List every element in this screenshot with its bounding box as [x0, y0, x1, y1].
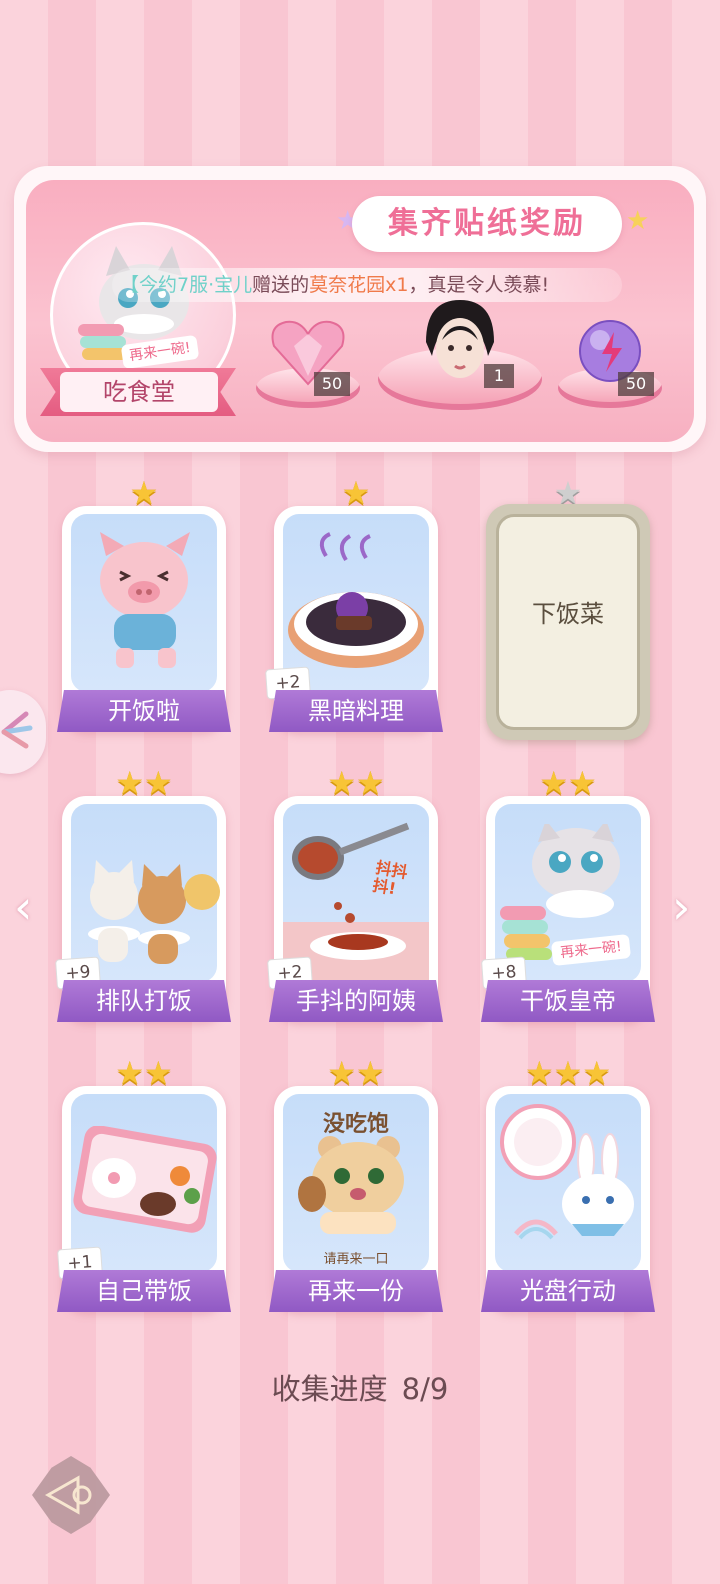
- clean-plate-bunny-icon: [500, 1104, 634, 1240]
- star-icon: ★: [356, 764, 385, 802]
- running-pig-icon: [100, 532, 190, 668]
- card-art-subtext: 请再来一口: [323, 1252, 389, 1267]
- card-stars: ★ ★ ★: [486, 1056, 650, 1090]
- card-label: 开饭啦: [57, 690, 231, 732]
- progress-value: 8/9: [401, 1372, 449, 1406]
- card-stars: ★ ★: [274, 766, 438, 800]
- card-label: 再来一份: [269, 1270, 443, 1312]
- star-icon: ★: [327, 764, 356, 802]
- card-label: 排队打饭: [57, 980, 231, 1022]
- card-stars: ★ ★: [486, 766, 650, 800]
- back-arrow-icon: [44, 1475, 92, 1515]
- hungry-hamster-icon: [298, 1136, 404, 1234]
- card-stars: ★: [274, 476, 438, 510]
- star-icon: ★: [356, 1054, 385, 1092]
- star-icon: ★: [539, 764, 568, 802]
- card-label: 手抖的阿姨: [269, 980, 443, 1022]
- star-icon: ★: [327, 1054, 356, 1092]
- card-label: 光盘行动: [481, 1270, 655, 1312]
- card-stars: ★ ★: [62, 766, 226, 800]
- announcement-verb: 赠送的: [252, 274, 310, 296]
- reward-count: 50: [618, 372, 654, 396]
- fan-icon: [1, 711, 33, 749]
- card-stars: ★ ★: [62, 1056, 226, 1090]
- queueing-animals-icon: [88, 860, 220, 964]
- card-stars: ★: [62, 476, 226, 510]
- announcement-user: 【今约7服·宝儿: [120, 274, 253, 296]
- star-icon: ★: [524, 1054, 554, 1092]
- announcement-tail: ，真是令人羡慕!: [408, 274, 550, 296]
- collection-progress: 收集进度 8/9: [0, 1366, 720, 1408]
- sparkle-icon: ★: [626, 206, 650, 236]
- card-art-text: 抖抖抖!: [371, 857, 410, 899]
- reward-count: 50: [314, 372, 350, 396]
- card-label: 黑暗料理: [269, 690, 443, 732]
- dark-cuisine-plate-icon: [288, 532, 424, 668]
- star-icon: ★: [144, 764, 173, 802]
- star-icon: ★: [115, 764, 144, 802]
- progress-label: 收集进度: [271, 1372, 388, 1406]
- card-label: 自己带饭: [57, 1270, 231, 1312]
- next-page-arrow[interactable]: ›: [672, 880, 690, 934]
- collection-name: 吃食堂: [60, 372, 218, 412]
- prev-page-arrow[interactable]: ‹: [14, 880, 32, 934]
- star-icon: ★: [341, 474, 371, 512]
- announcement-marquee: 【今约7服·宝儿赠送的莫奈花园x1，真是令人羡慕!: [112, 268, 622, 302]
- locked-card-label: 下饭菜: [532, 600, 604, 628]
- star-icon: ★: [553, 1054, 583, 1092]
- star-icon: ★: [582, 1054, 612, 1092]
- star-icon: ★: [115, 1054, 144, 1092]
- bento-box-icon: [73, 1126, 217, 1233]
- announcement-gift: 莫奈花园x1: [309, 274, 409, 296]
- card-label: 干饭皇帝: [481, 980, 655, 1022]
- card-stars: ★ ★: [274, 1056, 438, 1090]
- star-icon: ★: [144, 1054, 173, 1092]
- reward-title: 集齐贴纸奖励: [388, 206, 586, 241]
- star-icon: ★: [568, 764, 597, 802]
- reward-count: 1: [484, 364, 514, 388]
- star-icon: ★: [129, 474, 159, 512]
